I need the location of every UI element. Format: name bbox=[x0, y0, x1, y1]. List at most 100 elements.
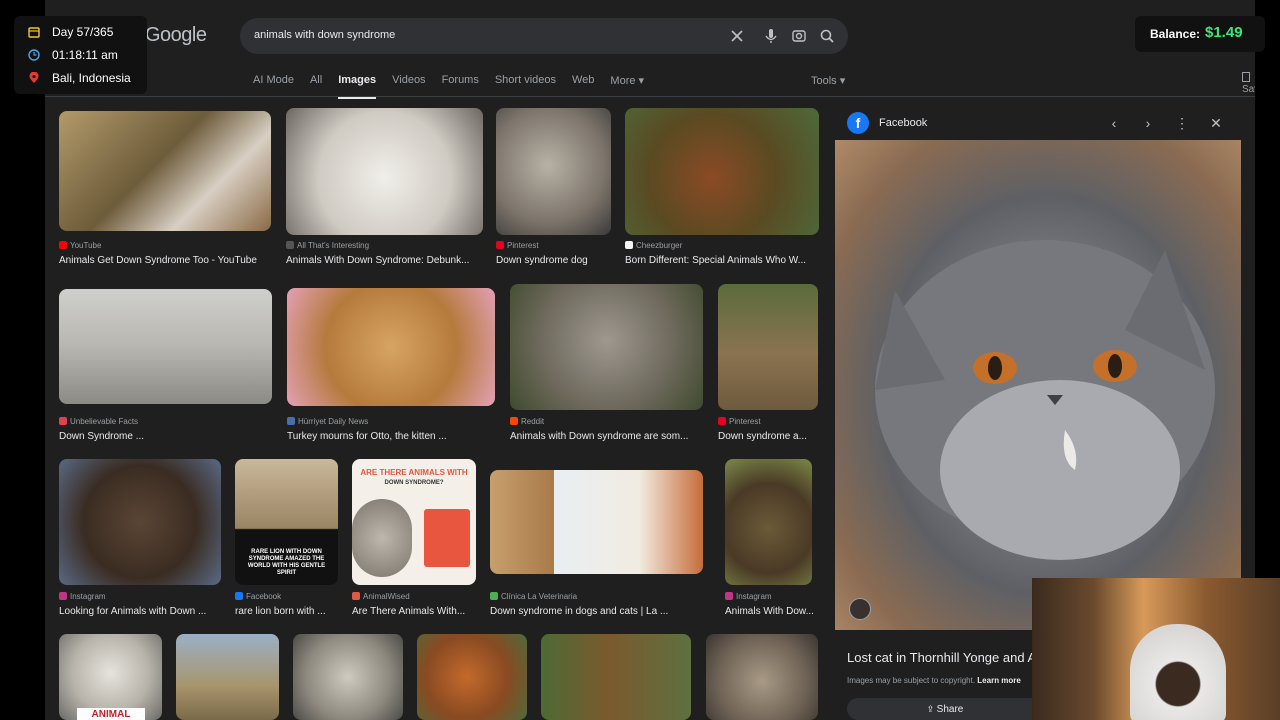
result-thumbnail[interactable] bbox=[59, 289, 272, 404]
result-caption[interactable]: Down syndrome dog bbox=[496, 255, 611, 266]
result-thumbnail[interactable] bbox=[293, 634, 403, 720]
chevron-right-icon[interactable]: › bbox=[1139, 114, 1157, 132]
chevron-left-icon[interactable]: ‹ bbox=[1105, 114, 1123, 132]
tab-web[interactable]: Web bbox=[572, 74, 594, 96]
result-card[interactable]: Pinterest Down syndrome dog bbox=[496, 108, 611, 268]
result-card[interactable]: All That's Interesting Animals With Down… bbox=[286, 108, 483, 268]
preview-image[interactable] bbox=[835, 140, 1241, 630]
result-card[interactable]: Hürriyet Daily News Turkey mourns for Ot… bbox=[287, 288, 495, 443]
search-input[interactable]: animals with down syndrome bbox=[254, 29, 395, 41]
result-caption[interactable]: Down syndrome a... bbox=[718, 431, 818, 442]
facebook-icon: f bbox=[847, 112, 869, 134]
search-bar[interactable]: animals with down syndrome bbox=[240, 18, 848, 54]
result-card[interactable]: Cheezburger Born Different: Special Anim… bbox=[625, 108, 819, 268]
result-card[interactable]: ARE THERE ANIMALS WITH DOWN SYNDROME? An… bbox=[352, 459, 476, 619]
learn-more-link[interactable]: Learn more bbox=[977, 676, 1021, 685]
tab-more[interactable]: More ▾ bbox=[610, 74, 644, 96]
cat-illustration bbox=[875, 240, 1215, 560]
result-thumbnail[interactable] bbox=[417, 634, 527, 720]
panel-source-name[interactable]: Facebook bbox=[879, 117, 927, 129]
result-thumbnail[interactable] bbox=[59, 459, 221, 585]
mic-icon[interactable] bbox=[762, 27, 780, 45]
result-caption[interactable]: Born Different: Special Animals Who W... bbox=[625, 255, 819, 266]
result-thumbnail[interactable] bbox=[496, 108, 611, 235]
result-card[interactable]: Unbelievable Facts Down Syndrome ... bbox=[59, 289, 272, 444]
tab-forums[interactable]: Forums bbox=[442, 74, 479, 96]
balance-label: Balance: bbox=[1150, 27, 1201, 41]
close-icon[interactable]: ✕ bbox=[1207, 114, 1225, 132]
lens-icon[interactable] bbox=[790, 27, 808, 45]
result-card[interactable]: YouTube Animals Get Down Syndrome Too - … bbox=[59, 111, 271, 271]
result-thumbnail[interactable] bbox=[718, 284, 818, 410]
tab-all[interactable]: All bbox=[310, 74, 322, 96]
webcam-person bbox=[1130, 624, 1226, 720]
search-icon[interactable] bbox=[818, 27, 836, 45]
result-card[interactable]: ANIMAL bbox=[59, 634, 162, 720]
result-card[interactable] bbox=[293, 634, 403, 720]
thumbnail-caption-text: RARE LION WITH DOWN SYNDROME AMAZED THE … bbox=[247, 549, 326, 576]
bookmark-icon bbox=[1242, 72, 1250, 82]
tab-images[interactable]: Images bbox=[338, 74, 376, 99]
clear-icon[interactable] bbox=[728, 27, 746, 45]
result-card[interactable]: Pinterest Down syndrome a... bbox=[718, 284, 818, 444]
result-thumbnail[interactable] bbox=[176, 634, 279, 720]
result-thumbnail[interactable] bbox=[490, 470, 703, 574]
result-thumbnail[interactable] bbox=[510, 284, 703, 410]
result-card[interactable]: Instagram Animals With Dow... bbox=[725, 459, 818, 619]
share-button[interactable]: ⇪ Share bbox=[847, 698, 1043, 720]
result-source: Hürriyet Daily News bbox=[287, 417, 368, 426]
result-source: All That's Interesting bbox=[286, 241, 369, 250]
saves-button[interactable]: Saves bbox=[1242, 72, 1255, 95]
result-caption[interactable]: Looking for Animals with Down ... bbox=[59, 606, 221, 617]
result-thumbnail[interactable] bbox=[287, 288, 495, 406]
result-card[interactable]: Instagram Looking for Animals with Down … bbox=[59, 459, 221, 619]
thumbnail-subheading: DOWN SYNDROME? bbox=[384, 480, 444, 486]
result-card[interactable]: Clínica La Veterinaria Down syndrome in … bbox=[490, 470, 703, 620]
result-thumbnail[interactable] bbox=[286, 108, 483, 235]
more-vert-icon[interactable]: ⋮ bbox=[1173, 114, 1191, 132]
result-thumbnail[interactable] bbox=[725, 459, 812, 585]
result-thumbnail[interactable] bbox=[625, 108, 819, 235]
thumbnail-photo bbox=[352, 499, 412, 577]
result-card[interactable] bbox=[176, 634, 279, 720]
result-caption[interactable]: Are There Animals With... bbox=[352, 606, 476, 617]
webcam-feed bbox=[1032, 578, 1280, 720]
result-caption[interactable]: Down syndrome in dogs and cats | La ... bbox=[490, 606, 703, 617]
clock-icon bbox=[28, 49, 40, 61]
result-caption[interactable]: Down Syndrome ... bbox=[59, 431, 272, 442]
tab-short-videos[interactable]: Short videos bbox=[495, 74, 556, 96]
result-card[interactable] bbox=[541, 634, 691, 720]
result-card[interactable]: Reddit Animals with Down syndrome are so… bbox=[510, 284, 703, 444]
result-thumbnail[interactable] bbox=[706, 634, 818, 720]
tab-ai-mode[interactable]: AI Mode bbox=[253, 74, 294, 96]
header-divider bbox=[45, 96, 1255, 97]
result-caption[interactable]: Animals with Down syndrome are som... bbox=[510, 431, 703, 442]
result-caption[interactable]: rare lion born with ... bbox=[235, 606, 338, 617]
result-card[interactable] bbox=[417, 634, 527, 720]
tab-videos[interactable]: Videos bbox=[392, 74, 425, 96]
share-label: Share bbox=[936, 704, 964, 715]
thumbnail-text-block bbox=[424, 509, 470, 567]
result-caption[interactable]: Animals With Down Syndrome: Debunk... bbox=[286, 255, 483, 266]
result-source: YouTube bbox=[59, 241, 101, 250]
result-source: AnimalWised bbox=[352, 592, 410, 601]
google-logo[interactable]: Google bbox=[145, 24, 207, 47]
result-source: Clínica La Veterinaria bbox=[490, 592, 577, 601]
result-thumbnail[interactable]: ANIMAL bbox=[59, 634, 162, 720]
share-icon: ⇪ bbox=[926, 704, 937, 714]
result-thumbnail[interactable]: RARE LION WITH DOWN SYNDROME AMAZED THE … bbox=[235, 459, 338, 585]
result-thumbnail[interactable]: ARE THERE ANIMALS WITH DOWN SYNDROME? bbox=[352, 459, 476, 585]
result-thumbnail[interactable] bbox=[59, 111, 271, 231]
result-caption[interactable]: Animals Get Down Syndrome Too - YouTube bbox=[59, 255, 271, 266]
result-thumbnail[interactable] bbox=[541, 634, 691, 720]
result-card[interactable] bbox=[706, 634, 818, 720]
stream-info-overlay: Day 57/365 01:18:11 am Bali, Indonesia bbox=[14, 16, 147, 94]
saves-label: Saves bbox=[1242, 84, 1255, 95]
result-card[interactable]: RARE LION WITH DOWN SYNDROME AMAZED THE … bbox=[235, 459, 338, 619]
result-caption[interactable]: Turkey mourns for Otto, the kitten ... bbox=[287, 431, 495, 442]
tools-button[interactable]: Tools ▾ bbox=[811, 74, 845, 87]
result-caption[interactable]: Animals With Dow... bbox=[725, 606, 818, 617]
lens-search-icon[interactable] bbox=[849, 598, 871, 620]
thumbnail-heading: ARE THERE ANIMALS WITH bbox=[360, 468, 468, 477]
panel-image-title[interactable]: Lost cat in Thornhill Yonge and A bbox=[847, 650, 1036, 665]
